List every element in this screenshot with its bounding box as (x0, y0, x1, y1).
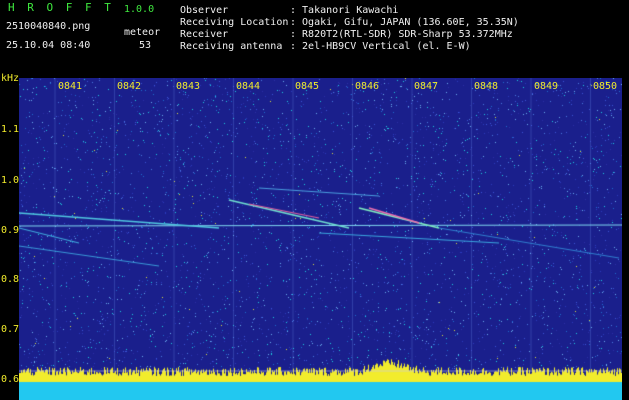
y-tick-label: 0.6 (1, 374, 20, 385)
y-tick-label: 1.1 (1, 124, 20, 135)
x-tick-label: 0849 (534, 81, 559, 92)
meteor-count: 53 (139, 40, 152, 51)
antenna-label: Receiving antenna (180, 41, 283, 52)
x-tick-label: 0850 (593, 81, 618, 92)
x-tick-label: 0841 (58, 81, 83, 92)
receiver-label: Receiver (180, 29, 229, 40)
app-version: 1.0.0 (124, 4, 155, 15)
y-tick-label: 0.8 (1, 274, 20, 285)
y-axis-unit: kHz (1, 73, 20, 84)
y-tick-label: 1.0 (1, 175, 20, 186)
x-tick-label: 0845 (295, 81, 320, 92)
location-value: : Ogaki, Gifu, JAPAN (136.60E, 35.35N) (290, 17, 519, 28)
x-tick-label: 0848 (474, 81, 499, 92)
file-name: 2510040840.png (6, 21, 91, 32)
x-tick-label: 0846 (355, 81, 380, 92)
x-tick-label: 0843 (176, 81, 201, 92)
y-tick-label: 0.7 (1, 324, 20, 335)
observer-label: Observer (180, 5, 229, 16)
spectrogram (19, 78, 622, 400)
receiver-value: : R820T2(RTL-SDR) SDR-Sharp 53.372MHz (290, 29, 513, 40)
capture-datetime: 25.10.04 08:40 (6, 40, 91, 51)
x-tick-label: 0842 (117, 81, 142, 92)
x-tick-label: 0847 (414, 81, 439, 92)
observer-value: : Takanori Kawachi (290, 5, 399, 16)
app-name: H R O F F T (8, 1, 114, 14)
location-label: Receiving Location (180, 17, 289, 28)
x-tick-label: 0844 (236, 81, 261, 92)
antenna-value: : 2el-HB9CV Vertical (el. E-W) (290, 41, 471, 52)
y-tick-label: 0.9 (1, 225, 20, 236)
meteor-label: meteor (124, 27, 161, 38)
